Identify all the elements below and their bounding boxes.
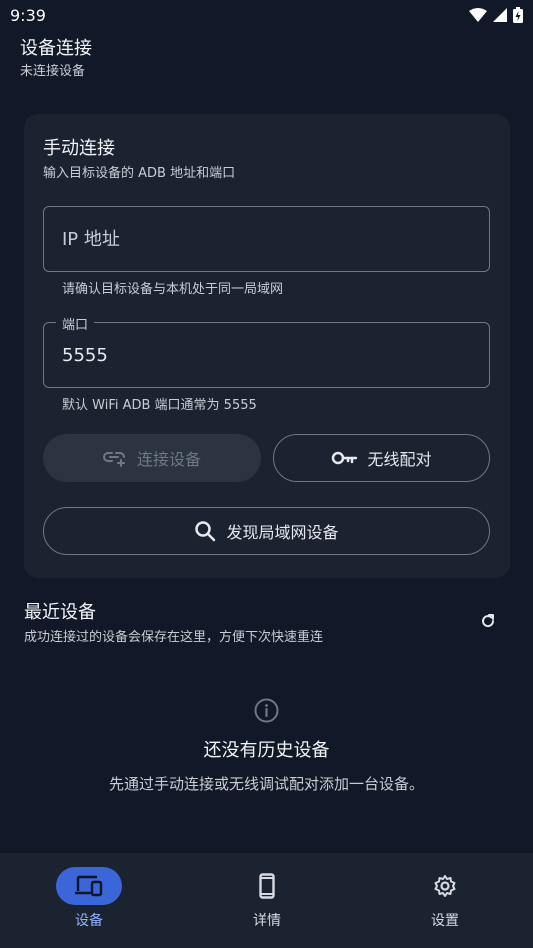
signal-icon [493,8,507,22]
nav-devices-indicator [56,867,122,905]
refresh-button[interactable] [477,610,499,632]
nav-item-devices[interactable]: 设备 [0,853,178,948]
connect-device-label: 连接设备 [136,450,201,469]
key-icon [332,451,358,465]
connection-status: 未连接设备 [20,64,86,79]
bottom-navigation: 设备 详情 设置 [0,853,533,948]
manual-connect-title: 手动连接 [43,138,115,159]
wireless-pair-button[interactable]: 无线配对 [273,434,490,482]
devices-icon [75,875,103,897]
search-icon [195,521,216,542]
port-helper-text: 默认 WiFi ADB 端口通常为 5555 [62,398,257,413]
recent-devices-title: 最近设备 [24,602,96,623]
connect-device-button[interactable]: 连接设备 [43,434,261,482]
manual-connect-card: 手动连接 输入目标设备的 ADB 地址和端口 请确认目标设备与本机处于同一局域网… [24,114,510,578]
status-icons [469,7,523,23]
port-input[interactable] [44,323,489,387]
empty-state-title: 还没有历史设备 [203,740,330,761]
app-header: 设备连接 未连接设备 [20,36,92,82]
ip-address-field[interactable] [43,206,490,272]
gear-icon [434,875,456,897]
status-time: 9:39 [10,5,46,25]
port-field[interactable]: 端口 [43,314,490,388]
discover-lan-button[interactable]: 发现局域网设备 [43,507,490,555]
page-title: 设备连接 [20,38,92,59]
recent-devices-subtitle: 成功连接过的设备会保存在这里，方便下次快速重连 [24,630,324,645]
phone-icon [259,873,275,899]
wifi-icon [469,8,487,22]
info-icon [254,698,279,723]
nav-item-settings[interactable]: 设置 [356,853,533,948]
discover-lan-label: 发现局域网设备 [226,523,339,542]
empty-state-description: 先通过手动连接或无线调试配对添加一台设备。 [108,775,424,793]
wireless-pair-label: 无线配对 [367,450,432,469]
battery-icon [513,7,523,23]
nav-label-details: 详情 [253,913,281,929]
link-add-icon [103,452,125,467]
status-bar: 9:39 [0,0,533,30]
nav-item-details[interactable]: 详情 [178,853,356,948]
nav-settings-indicator [412,867,478,905]
nav-label-devices: 设备 [75,913,103,929]
nav-details-indicator [234,867,300,905]
port-label: 端口 [56,314,95,333]
refresh-icon [482,614,495,628]
nav-label-settings: 设置 [431,913,459,929]
ip-address-input[interactable] [44,207,489,271]
manual-connect-subtitle: 输入目标设备的 ADB 地址和端口 [43,166,236,181]
ip-helper-text: 请确认目标设备与本机处于同一局域网 [62,282,284,297]
